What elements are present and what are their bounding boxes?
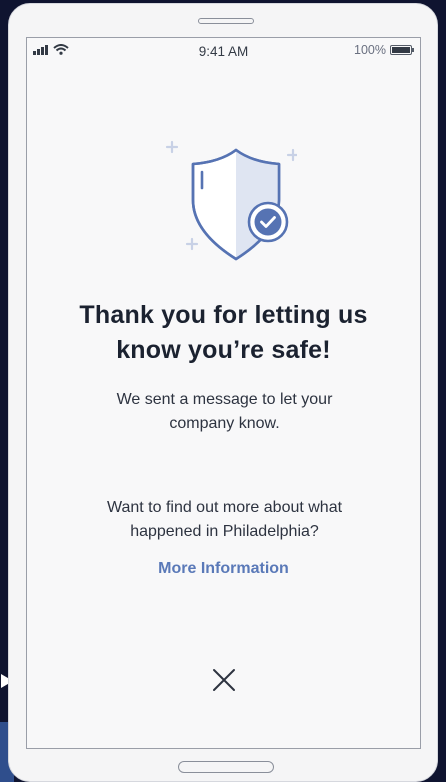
battery-percent: 100% xyxy=(354,43,386,57)
page-title: Thank you for letting us know you’re saf… xyxy=(27,298,420,368)
status-right: 100% xyxy=(354,43,414,57)
title-line-2: know you’re safe! xyxy=(116,336,331,364)
close-icon[interactable] xyxy=(211,667,237,693)
battery-icon xyxy=(390,45,414,55)
phone-frame: 9:41 AM 100% Thank you for letting us kn… xyxy=(8,3,438,782)
title-line-1: Thank you for letting us xyxy=(79,301,368,329)
shield-check-icon xyxy=(165,140,297,261)
more-info-prompt: Want to find out more about what happene… xyxy=(106,499,343,540)
speaker-slot xyxy=(198,18,254,24)
status-bar: 9:41 AM 100% xyxy=(27,38,420,64)
home-button[interactable] xyxy=(178,761,274,773)
phone-screen: 9:41 AM 100% Thank you for letting us kn… xyxy=(26,37,421,749)
confirmation-message: We sent a message to let your company kn… xyxy=(116,391,333,432)
more-information-link[interactable]: More Information xyxy=(27,560,420,578)
